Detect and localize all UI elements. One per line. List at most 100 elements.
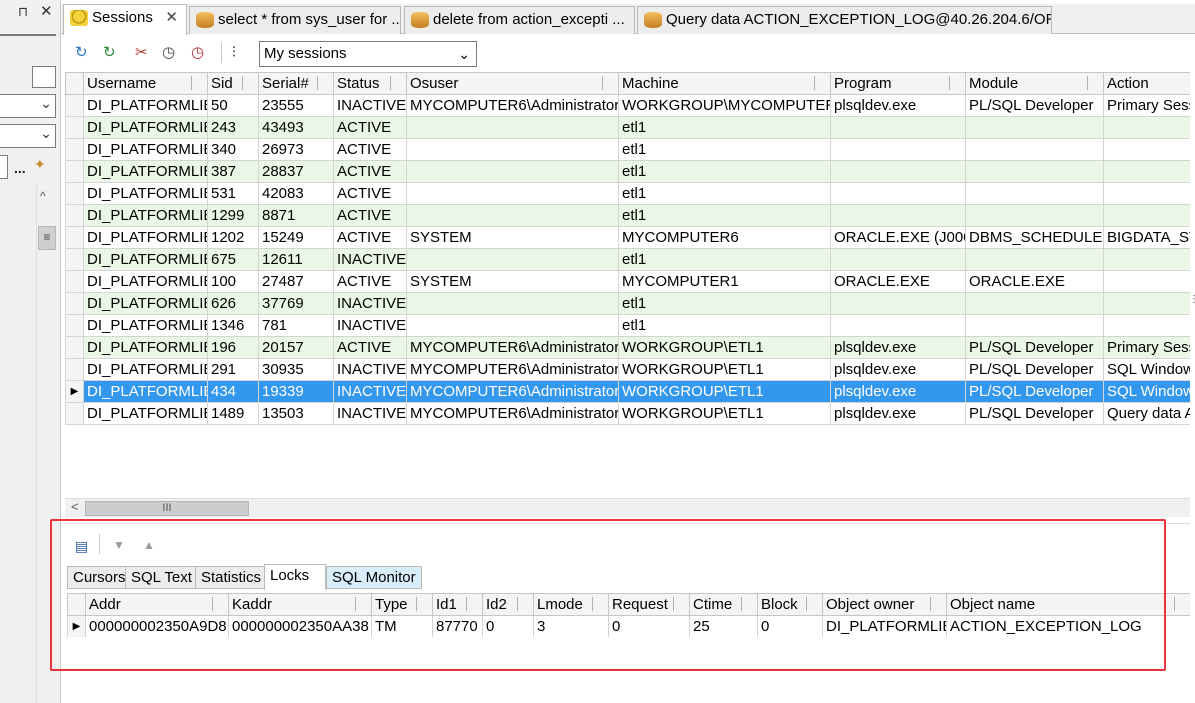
session-filter-select[interactable]: My sessions ⌄ [259, 41, 477, 67]
cell-module[interactable] [965, 248, 1104, 271]
cell-osuser[interactable] [406, 138, 619, 161]
cell-program[interactable] [830, 182, 966, 205]
cell-status[interactable]: INACTIVE [333, 314, 407, 337]
row-indicator[interactable] [65, 182, 84, 205]
column-resize-handle[interactable] [466, 597, 478, 611]
row-indicator[interactable] [65, 292, 84, 315]
cell-sid[interactable]: 434 [207, 380, 259, 403]
left-scrollbar[interactable]: ^ ≡ [36, 186, 56, 703]
cell-username[interactable]: DI_PLATFORMLIB [83, 402, 208, 425]
cell-username[interactable]: DI_PLATFORMLIB [83, 270, 208, 293]
scroll-thumb[interactable]: ≡ [38, 226, 56, 250]
column-resize-handle[interactable] [814, 76, 826, 90]
save-icon[interactable]: ▤ [75, 538, 88, 555]
session-row[interactable]: DI_PLATFORMLIB 675 12611 INACTIVE etl1 [65, 248, 1190, 271]
browse-button[interactable]: ... [14, 160, 26, 176]
tab-query-2[interactable]: delete from action_excepti ... [404, 6, 635, 34]
scroll-thumb[interactable]: III [85, 501, 249, 516]
kill-session-icon[interactable]: ✂ [135, 45, 148, 61]
cell-addr[interactable]: 000000002350A9D8 [85, 615, 229, 637]
row-indicator[interactable] [65, 336, 84, 359]
cell-action[interactable]: SQL Window [1103, 358, 1190, 381]
cell-serial[interactable]: 8871 [258, 204, 334, 227]
column-resize-handle[interactable] [317, 76, 329, 90]
cell-module[interactable] [965, 138, 1104, 161]
column-header-kaddr[interactable]: Kaddr [228, 593, 372, 616]
cell-status[interactable]: ACTIVE [333, 138, 407, 161]
column-resize-handle[interactable] [517, 597, 529, 611]
column-header-action[interactable]: Action [1103, 72, 1190, 95]
cell-machine[interactable]: etl1 [618, 314, 831, 337]
cell-sid[interactable]: 1299 [207, 204, 259, 227]
cell-serial[interactable]: 20157 [258, 336, 334, 359]
column-header-sid[interactable]: Sid [207, 72, 259, 95]
cell-sid[interactable]: 531 [207, 182, 259, 205]
cell-serial[interactable]: 42083 [258, 182, 334, 205]
cell-module[interactable] [965, 204, 1104, 227]
cell-machine[interactable]: etl1 [618, 292, 831, 315]
session-row[interactable]: DI_PLATFORMLIB 291 30935 INACTIVE MYCOMPUTER… [65, 358, 1190, 381]
cell-module[interactable]: DBMS_SCHEDULER [965, 226, 1104, 249]
cell-osuser[interactable] [406, 116, 619, 139]
row-indicator[interactable] [65, 358, 84, 381]
column-resize-handle[interactable] [212, 597, 224, 611]
column-header-object-name[interactable]: Object name [946, 593, 1190, 616]
cell-osuser[interactable]: SYSTEM [406, 226, 619, 249]
cell-osuser[interactable] [406, 248, 619, 271]
cell-status[interactable]: ACTIVE [333, 116, 407, 139]
cell-program[interactable] [830, 116, 966, 139]
tab-cursors[interactable]: Cursors [67, 566, 132, 589]
cell-sid[interactable]: 243 [207, 116, 259, 139]
cell-serial[interactable]: 43493 [258, 116, 334, 139]
tab-sessions[interactable]: Sessions ✕ [63, 4, 187, 35]
cell-object-owner[interactable]: DI_PLATFORMLIB [822, 615, 947, 637]
filter-settings-icon[interactable]: ⫶ [232, 45, 236, 61]
cell-sid[interactable]: 675 [207, 248, 259, 271]
cell-module[interactable]: PL/SQL Developer [965, 358, 1104, 381]
cell-osuser[interactable]: SYSTEM [406, 270, 619, 293]
cell-serial[interactable]: 13503 [258, 402, 334, 425]
cell-program[interactable] [830, 160, 966, 183]
column-resize-handle[interactable] [930, 597, 942, 611]
cell-osuser[interactable]: MYCOMPUTER6\Administrator [406, 358, 619, 381]
cell-osuser[interactable] [406, 182, 619, 205]
cell-module[interactable]: PL/SQL Developer [965, 380, 1104, 403]
cell-machine[interactable]: WORKGROUP\ETL1 [618, 380, 831, 403]
cell-username[interactable]: DI_PLATFORMLIB [83, 94, 208, 117]
column-header-addr[interactable]: Addr [85, 593, 229, 616]
move-up-icon[interactable]: ▲ [143, 538, 155, 552]
cell-program[interactable] [830, 138, 966, 161]
tab-statistics[interactable]: Statistics [195, 566, 268, 589]
session-row[interactable]: DI_PLATFORMLIB 196 20157 ACTIVE MYCOMPUTER6\… [65, 336, 1190, 359]
cell-status[interactable]: ACTIVE [333, 204, 407, 227]
cell-id1[interactable]: 87770 [432, 615, 483, 637]
timer-stop-icon[interactable]: ◷ [191, 45, 204, 61]
cell-machine[interactable]: etl1 [618, 116, 831, 139]
cell-status[interactable]: INACTIVE [333, 380, 407, 403]
cell-action[interactable] [1103, 204, 1190, 227]
column-header-id2[interactable]: Id2 [482, 593, 534, 616]
cell-serial[interactable]: 27487 [258, 270, 334, 293]
cell-module[interactable] [965, 314, 1104, 337]
cell-serial[interactable]: 781 [258, 314, 334, 337]
cell-serial[interactable]: 15249 [258, 226, 334, 249]
cell-serial[interactable]: 19339 [258, 380, 334, 403]
row-indicator[interactable] [65, 94, 84, 117]
cell-program[interactable]: plsqldev.exe [830, 358, 966, 381]
tab-locks[interactable]: Locks [264, 564, 326, 590]
cell-status[interactable]: ACTIVE [333, 182, 407, 205]
cell-status[interactable]: INACTIVE [333, 402, 407, 425]
sessions-grid[interactable]: Username Sid Serial# Status Osuser Machine Pro… [65, 72, 1190, 426]
refresh-icon[interactable]: ↻ [75, 45, 88, 61]
column-header-id1[interactable]: Id1 [432, 593, 483, 616]
column-header-block[interactable]: Block [757, 593, 823, 616]
splitter-grip[interactable]: ⋮ [1189, 294, 1195, 305]
column-resize-handle[interactable] [592, 597, 604, 611]
cell-request[interactable]: 0 [608, 615, 690, 637]
cell-sid[interactable]: 1202 [207, 226, 259, 249]
cell-program[interactable]: plsqldev.exe [830, 336, 966, 359]
cell-username[interactable]: DI_PLATFORMLIB [83, 160, 208, 183]
cell-machine[interactable]: etl1 [618, 160, 831, 183]
tab-query-1[interactable]: select * from sys_user for ... [189, 6, 401, 34]
cell-serial[interactable]: 30935 [258, 358, 334, 381]
